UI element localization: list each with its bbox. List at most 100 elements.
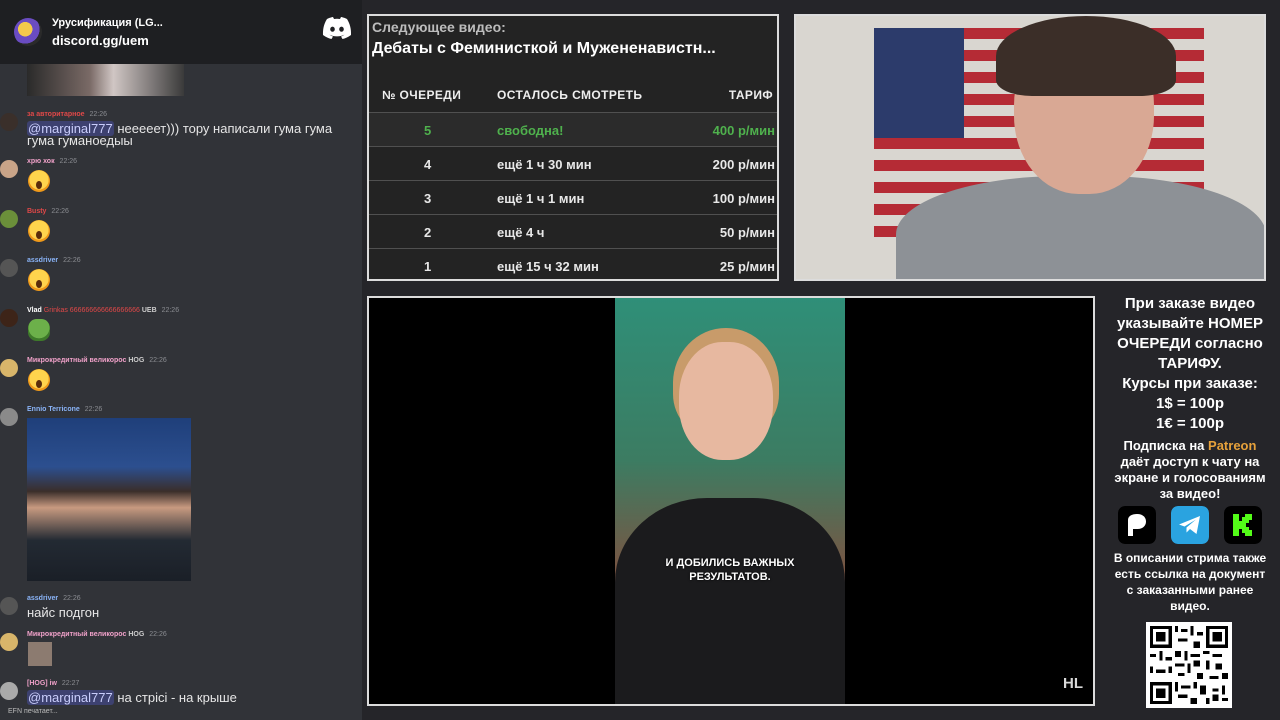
role-badge: HOG — [128, 357, 145, 364]
avatar[interactable] — [0, 259, 18, 277]
info-line: Подписка на Patreon — [1100, 438, 1280, 454]
attached-image[interactable] — [28, 642, 52, 666]
info-line: за видео! — [1159, 486, 1221, 501]
subscription-prefix: Подписка на — [1123, 438, 1209, 453]
user-mention[interactable]: @marginal777 — [27, 690, 114, 705]
kick-icon[interactable] — [1224, 506, 1262, 544]
timestamp: 22:26 — [51, 208, 69, 215]
qr-code[interactable] — [1146, 622, 1232, 708]
subtitle-line: И ДОБИЛИСЬ ВАЖНЫХ — [665, 557, 795, 569]
time-left: свободна! — [497, 123, 564, 138]
server-name: Урусификация (LG... — [52, 17, 163, 29]
username-continued: Grinkas 666666666666666666 — [43, 307, 140, 314]
queue-number: 4 — [424, 157, 432, 172]
pepe-emoji-icon — [28, 319, 50, 341]
queue-number: 2 — [424, 225, 432, 240]
shocked-emoji-icon — [28, 369, 50, 391]
channel-logo: HL — [1063, 675, 1083, 692]
telegram-icon[interactable] — [1171, 506, 1209, 544]
username[interactable]: Vlad — [27, 307, 42, 314]
column-header-time-left: ОСТАЛОСЬ СМОТРЕТЬ — [497, 88, 643, 102]
server-icon[interactable] — [14, 18, 42, 46]
avatar[interactable] — [0, 597, 18, 615]
avatar[interactable] — [0, 309, 18, 327]
exchange-rates: Курсы при заказе: 1$ = 100р 1€ = 100р — [1100, 374, 1280, 434]
subtitle-line: РЕЗУЛЬТАТОВ. — [689, 571, 771, 583]
discord-icon[interactable] — [322, 16, 352, 40]
username[interactable]: assdriver — [27, 257, 58, 264]
rate-usd: 1$ = 100р — [1156, 395, 1224, 412]
info-line: В описании стрима также — [1113, 551, 1267, 565]
username[interactable]: [HOG] iw — [27, 680, 57, 687]
shocked-emoji-icon — [28, 220, 50, 242]
patreon-icon[interactable] — [1118, 506, 1156, 544]
info-line: При заказе видео — [1124, 295, 1256, 312]
streamer-webcam — [794, 14, 1266, 281]
patreon-link[interactable]: Patreon — [1208, 438, 1256, 453]
discord-chat-panel: Урусификация (LG... discord.gg/uem за ав… — [0, 0, 362, 720]
info-line: ОЧЕРЕДИ согласно — [1117, 335, 1263, 352]
column-header-queue-number: № ОЧЕРЕДИ — [382, 88, 462, 102]
info-line: экране и голосованиям — [1114, 470, 1266, 485]
avatar[interactable] — [0, 359, 18, 377]
time-left: ещё 4 ч — [497, 225, 545, 240]
rates-title: Курсы при заказе: — [1122, 375, 1258, 392]
queue-row: 2 ещё 4 ч 50 р/мин — [369, 214, 777, 248]
timestamp: 22:26 — [89, 111, 107, 118]
avatar[interactable] — [0, 408, 18, 426]
timestamp: 22:26 — [63, 257, 81, 264]
speaker-face — [679, 342, 773, 460]
time-left: ещё 15 ч 32 мин — [497, 259, 599, 274]
role-badge: HOG — [128, 631, 145, 638]
queue-row: 5 свободна! 400 р/мин — [369, 112, 777, 146]
tariff: 400 р/мин — [712, 123, 775, 138]
tariff: 100 р/мин — [712, 191, 775, 206]
timestamp: 22:26 — [84, 406, 103, 413]
server-invite[interactable]: discord.gg/uem — [52, 32, 163, 49]
queue-row: 3 ещё 1 ч 1 мин 100 р/мин — [369, 180, 777, 214]
order-instructions: При заказе видео указывайте НОМЕР ОЧЕРЕД… — [1100, 294, 1280, 374]
queue-row: 1 ещё 15 ч 32 мин 25 р/мин — [369, 248, 777, 279]
avatar[interactable] — [0, 633, 18, 651]
username[interactable]: assdriver — [27, 595, 58, 602]
rate-eur: 1€ = 100р — [1156, 415, 1224, 432]
description-info: В описании стрима также есть ссылка на д… — [1100, 550, 1280, 614]
queue-number: 5 — [424, 123, 432, 138]
message-body: на стрісі - на крыше — [113, 690, 237, 705]
time-left: ещё 1 ч 1 мин — [497, 191, 585, 206]
chat-header: Урусификация (LG... discord.gg/uem — [0, 0, 362, 64]
next-video-label: Следующее видео: — [372, 19, 506, 35]
avatar[interactable] — [0, 113, 18, 131]
timestamp: 22:26 — [63, 595, 81, 602]
username[interactable]: хрю хок — [27, 158, 55, 165]
timestamp: 22:26 — [149, 631, 167, 638]
queue-row: 4 ещё 1 ч 30 мин 200 р/мин — [369, 146, 777, 180]
stream-overlay: Урусификация (LG... discord.gg/uem за ав… — [0, 0, 1280, 720]
info-line: указывайте НОМЕР — [1116, 315, 1264, 332]
role-badge: UEB — [141, 307, 157, 314]
timestamp: 22:26 — [149, 357, 167, 364]
username[interactable]: Ennio Terricone — [27, 406, 80, 413]
attached-image[interactable] — [27, 64, 184, 96]
timestamp: 22:26 — [161, 307, 180, 314]
attached-image[interactable] — [27, 418, 191, 581]
username[interactable]: Busty — [27, 208, 46, 215]
info-line: видео. — [1170, 599, 1210, 613]
message-text: найс подгон — [27, 605, 100, 620]
info-line: с заказанными ранее — [1126, 583, 1254, 597]
avatar[interactable] — [0, 160, 18, 178]
username[interactable]: за авторитарное — [27, 111, 85, 118]
video-frame: И ДОБИЛИСЬ ВАЖНЫХ РЕЗУЛЬТАТОВ. — [615, 298, 845, 704]
info-line: даёт доступ к чату на — [1120, 454, 1260, 469]
username[interactable]: Микрокредитный великорос — [27, 631, 126, 638]
info-line: есть ссылка на документ — [1114, 567, 1266, 581]
avatar[interactable] — [0, 210, 18, 228]
column-header-tariff: ТАРИФ — [728, 88, 773, 102]
timestamp: 22:27 — [61, 680, 80, 687]
tariff: 50 р/мин — [719, 225, 775, 240]
video-player[interactable]: И ДОБИЛИСЬ ВАЖНЫХ РЕЗУЛЬТАТОВ. HL — [367, 296, 1095, 706]
speaker-body — [615, 498, 845, 704]
avatar[interactable] — [0, 682, 18, 700]
username[interactable]: Микрокредитный великорос — [27, 357, 126, 364]
message-text: @marginal777 на стрісі - на крыше — [27, 690, 237, 705]
